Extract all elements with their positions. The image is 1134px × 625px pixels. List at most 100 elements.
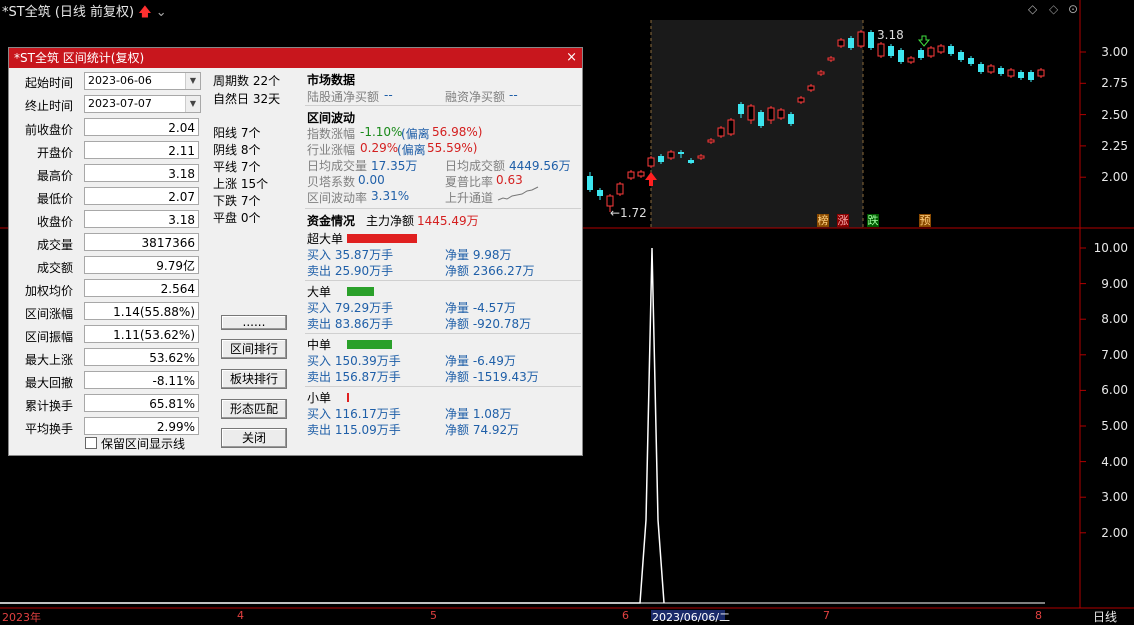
volume-tick-label: 4.00 [1101,454,1128,469]
more-button[interactable]: ...... [221,315,287,330]
divider [305,280,581,281]
margin-label: 融资净买额 [445,90,506,104]
candle-body [1028,72,1034,80]
avg-volume-label: 日均成交量 [307,159,368,173]
candle-body [987,65,995,73]
candle-body [837,39,845,47]
field-value[interactable]: 65.81% [84,394,199,412]
candle-body [807,85,815,91]
field-label: 最大回撤 [24,376,73,390]
candle-body [767,107,775,121]
candle-body [907,57,915,63]
candle-body [688,160,694,163]
field-label: 累计换手 [24,399,73,413]
order-net-amt: 净额 -1519.43万 [445,370,539,384]
chevron-down-icon[interactable]: ▼ [185,73,200,89]
volume-tick-label: 9.00 [1101,276,1128,291]
volume-tick-label: 5.00 [1101,419,1128,433]
field-value[interactable]: 2.564 [84,279,199,297]
candle-body [758,112,764,126]
volume-tick-label: 6.00 [1101,383,1128,398]
candle-body [857,31,865,47]
candle-body [797,97,805,103]
chevron-down-icon[interactable]: ⌄ [156,5,167,20]
stock-title: *ST全筑 (日线 前复权) [2,5,135,20]
tag-limit-down[interactable]: 跌 [867,214,879,227]
field-label: 成交额 [36,261,73,275]
diamond-icon[interactable]: ◇ [1049,2,1058,16]
field-value[interactable]: 3.18 [84,164,199,182]
avg-amount-value: 4449.56万 [509,159,571,173]
low-label: ←1.72 [610,206,647,220]
hk-connect-value: -- [384,88,393,102]
range-stats-dialog[interactable]: *ST全筑 区间统计(复权) × 起始时间 2023-06-06 ▼ 终止时间 2… [8,47,583,456]
trend-label: 上升通道 [445,191,494,205]
field-value[interactable]: 2.11 [84,141,199,159]
field-label: 最低价 [36,192,73,206]
candle-body [727,119,735,135]
volume-tick-label: 2.00 [1101,525,1128,540]
candle-body [898,50,904,62]
range-rank-button[interactable]: 区间排行 [221,339,287,359]
field-value[interactable]: 2.07 [84,187,199,205]
start-date-value: 2023-06-06 [88,74,152,87]
field-value[interactable]: 2.99% [84,417,199,435]
order-sell: 卖出 83.86万手 [307,317,394,331]
field-label: 加权均价 [24,284,73,298]
industry-dev-label: (偏离 [397,143,426,157]
hk-connect-label: 陆股通净买额 [307,90,380,104]
order-net-amt: 净额 2366.27万 [445,264,535,278]
down-arrow-icon [917,35,931,47]
field-label: 前收盘价 [24,123,73,137]
field-value[interactable]: 9.79亿 [84,256,199,274]
industry-change-value: 0.29% [360,141,399,155]
volume-tick-label: 10.00 [1093,241,1128,255]
start-time-label: 起始时间 [24,76,73,90]
pattern-match-button[interactable]: 形态匹配 [221,399,287,419]
field-value[interactable]: 3.18 [84,210,199,228]
candle-body [606,195,614,207]
beta-value: 0.00 [358,173,385,187]
collapse-icon[interactable]: ⊙ [1068,2,1078,16]
period-count: 周期数 22个 [213,74,281,88]
candle-body [658,156,664,162]
candle-body [888,46,894,56]
field-value[interactable]: 3817366 [84,233,199,251]
volume-tick-label: 8.00 [1101,312,1128,327]
candle-body [1037,69,1045,77]
candle-body [1007,69,1015,77]
field-value[interactable]: 1.14(55.88%) [84,302,199,320]
close-icon[interactable]: × [566,48,577,68]
tag-forecast[interactable]: 预 [919,214,931,227]
field-value[interactable]: 53.62% [84,348,199,366]
sector-rank-button[interactable]: 板块排行 [221,369,287,389]
sharpe-value: 0.63 [496,173,523,187]
field-value[interactable]: -8.11% [84,371,199,389]
order-sell: 卖出 156.87万手 [307,370,401,384]
avg-volume-value: 17.35万 [371,159,418,173]
start-date-picker[interactable]: 2023-06-06 ▼ [84,72,201,90]
field-value[interactable]: 2.04 [84,118,199,136]
candle-body [777,109,785,119]
chevron-down-icon[interactable]: ▼ [185,96,200,112]
candle-body [738,104,744,114]
order-buy: 买入 150.39万手 [307,354,401,368]
dialog-title: *ST全筑 区间统计(复权) [14,51,145,65]
expand-icon[interactable]: ◇ [1028,2,1037,16]
window-title: *ST全筑 (日线 前复权) 🡅 ⌄ [2,1,167,25]
natural-days: 自然日 32天 [213,92,281,106]
end-date-picker[interactable]: 2023-07-07 ▼ [84,95,201,113]
close-button[interactable]: 关闭 [221,428,287,448]
divider [305,105,581,106]
period-corner-label[interactable]: 日线 [1093,608,1117,625]
capital-heading: 资金情况 [307,214,356,228]
keep-line-checkbox[interactable] [85,437,97,449]
volatility-heading: 区间波动 [307,111,356,125]
order-net-qty: 净量 9.98万 [445,248,512,262]
tag-limit-up[interactable]: 涨 [837,214,849,227]
field-value[interactable]: 1.11(53.62%) [84,325,199,343]
tag-board[interactable]: 榜 [817,214,829,227]
dialog-title-bar[interactable]: *ST全筑 区间统计(复权) × [9,48,582,68]
field-label: 开盘价 [36,146,73,160]
time-label-4: 4 [237,609,244,622]
